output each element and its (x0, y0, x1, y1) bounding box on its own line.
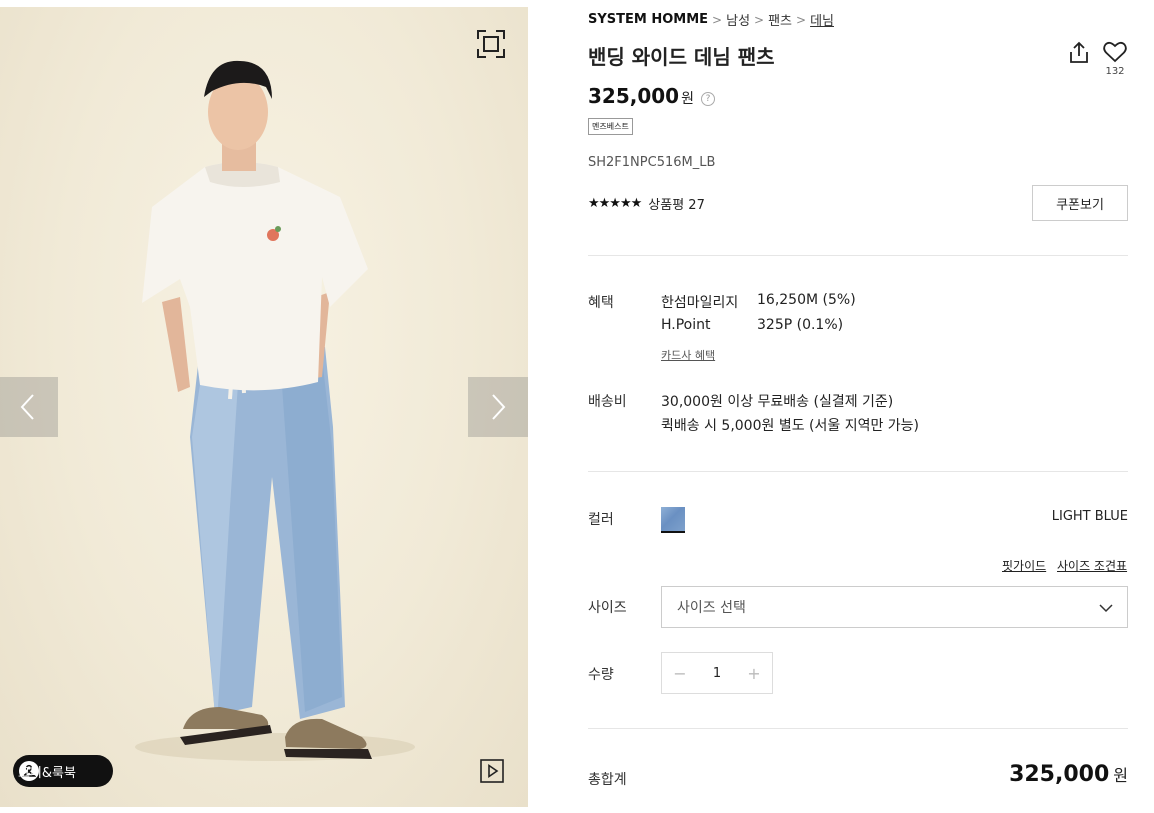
breadcrumb: SYSTEM HOMME > 남성 > 팬츠 > 데님 (588, 10, 834, 29)
total-amount: 325,000 (1009, 762, 1110, 787)
price-currency: 원 (681, 91, 694, 107)
quantity-minus-button[interactable]: − (662, 653, 698, 693)
benefit-name: H.Point (661, 317, 711, 333)
benefit-value: 16,250M (5%) (757, 292, 856, 308)
breadcrumb-item-pants[interactable]: 팬츠 (768, 10, 792, 29)
size-label: 사이즈 (588, 600, 627, 616)
card-benefits-link[interactable]: 카드사 혜택 (661, 347, 715, 363)
breadcrumb-separator-icon: > (754, 12, 765, 27)
coupon-button[interactable]: 쿠폰보기 (1032, 185, 1128, 221)
star-rating-icon: ★★★★★ (588, 196, 642, 211)
quantity-plus-button[interactable]: + (736, 653, 772, 693)
quantity-stepper: − 1 + (661, 652, 773, 694)
question-icon[interactable]: ? (700, 92, 715, 106)
review-link[interactable]: ★★★★★ 상품평 27 (588, 194, 705, 213)
selected-indicator (661, 531, 685, 533)
shipping-free-info: 30,000원 이상 무료배송 (실결제 기준) (661, 394, 894, 410)
total-label: 총합계 (588, 772, 627, 788)
size-chart-link[interactable]: 사이즈 조견표 (1057, 557, 1127, 574)
codi-lookbook-button[interactable]: 코디&룩북 (13, 755, 113, 787)
chevron-left-icon (20, 394, 34, 420)
expand-icon[interactable] (476, 29, 506, 59)
product-price: 325,000 원 ? (588, 84, 715, 108)
product-tag: 멘즈베스트 (588, 118, 633, 135)
size-select-placeholder: 사이즈 선택 (677, 600, 746, 616)
product-photo (135, 60, 415, 761)
benefit-value: 325P (0.1%) (757, 317, 844, 333)
total-price: 325,000 원 (1009, 762, 1128, 787)
heart-icon[interactable] (1102, 40, 1128, 64)
price-amount: 325,000 (588, 84, 680, 108)
shipping-quick-info: 퀵배송 시 5,000원 별도 (서울 지역만 가능) (661, 418, 920, 434)
size-select[interactable]: 사이즈 선택 (661, 586, 1128, 628)
chevron-right-icon (492, 394, 506, 420)
breadcrumb-separator-icon: > (796, 12, 807, 27)
chevron-down-icon (1099, 604, 1113, 613)
shipping-label: 배송비 (588, 394, 627, 410)
total-currency: 원 (1113, 766, 1128, 785)
share-icon[interactable] (1066, 40, 1092, 66)
product-title: 밴딩 와이드 데님 팬츠 (588, 45, 775, 69)
divider (588, 255, 1128, 256)
video-play-icon[interactable] (480, 759, 504, 783)
next-image-button[interactable] (468, 377, 528, 437)
breadcrumb-item-denim[interactable]: 데님 (810, 10, 834, 29)
product-image-gallery[interactable]: 코디&룩북 (0, 7, 528, 807)
benefit-name: 한섬마일리지 (661, 295, 739, 311)
color-swatch-light-blue[interactable] (661, 507, 685, 531)
breadcrumb-separator-icon: > (712, 12, 723, 27)
brand-link[interactable]: SYSTEM HOMME (588, 12, 708, 27)
divider (588, 471, 1128, 472)
quantity-label: 수량 (588, 667, 614, 683)
divider (588, 728, 1128, 729)
color-label: 컬러 (588, 512, 614, 528)
benefits-label: 혜택 (588, 295, 614, 311)
selected-color-name: LIGHT BLUE (1051, 509, 1128, 524)
fit-guide-link[interactable]: 핏가이드 (1002, 557, 1046, 574)
like-count: 132 (1105, 66, 1125, 77)
breadcrumb-item-men[interactable]: 남성 (726, 10, 750, 29)
codi-lookbook-label: 코디&룩북 (18, 765, 76, 781)
product-sku: SH2F1NPC516M_LB (588, 155, 716, 170)
prev-image-button[interactable] (0, 377, 58, 437)
review-count: 상품평 27 (648, 198, 705, 213)
quantity-value[interactable]: 1 (698, 653, 736, 693)
